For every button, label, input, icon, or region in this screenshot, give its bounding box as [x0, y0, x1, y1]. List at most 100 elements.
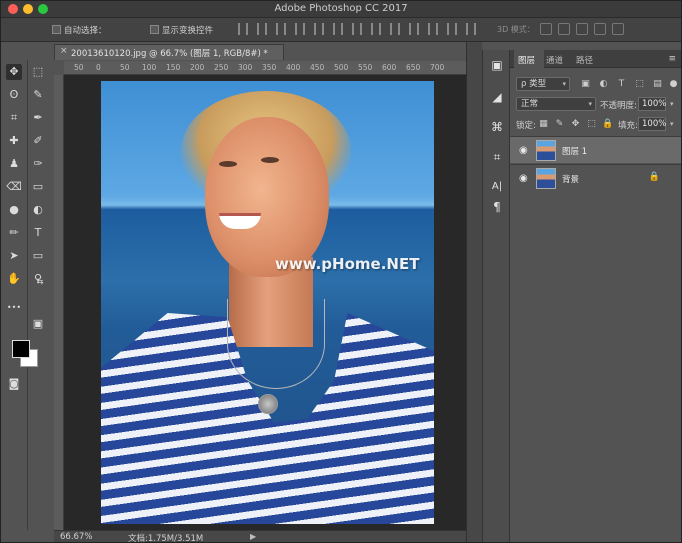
layer-name[interactable]: 背景	[562, 173, 579, 185]
type-filter-icon[interactable]: T	[616, 79, 627, 89]
blend-mode-dropdown[interactable]: 正常 ▾	[516, 97, 596, 111]
align-vcenter-icon[interactable]	[257, 23, 267, 35]
status-menu-arrow-icon[interactable]: ▶	[250, 532, 256, 541]
lock-image-icon[interactable]: ✎	[554, 119, 565, 129]
paragraph-panel-icon[interactable]: ¶	[490, 200, 504, 214]
lock-position-icon[interactable]: ✥	[570, 119, 581, 129]
ruler-label: 700	[430, 63, 445, 72]
visibility-eye-icon[interactable]: ◉	[519, 145, 528, 156]
character-panel-icon[interactable]: A|	[490, 180, 504, 194]
filter-toggle-icon[interactable]: ●	[668, 79, 679, 89]
visibility-eye-icon[interactable]: ◉	[519, 173, 528, 184]
tab-paths[interactable]: 路径	[576, 54, 593, 66]
chevron-down-icon: ▾	[562, 80, 566, 88]
dodge-tool-icon[interactable]: ◐	[30, 202, 46, 218]
move-tool-icon[interactable]: ✥	[6, 64, 22, 80]
ruler-label: 350	[262, 63, 277, 72]
shape-filter-icon[interactable]: ⬚	[634, 79, 645, 89]
lock-transparent-icon[interactable]: ▦	[538, 119, 549, 129]
quick-select-tool-icon[interactable]: ✎	[30, 87, 46, 103]
tab-layers[interactable]: 图层	[518, 54, 535, 66]
eraser-tool-icon[interactable]: ⌫	[6, 179, 22, 195]
type-tool-icon[interactable]: T	[30, 225, 46, 241]
show-transform-checkbox[interactable]	[150, 25, 159, 34]
close-document-icon[interactable]: ×	[60, 46, 68, 56]
document-image[interactable]	[101, 81, 434, 524]
ruler-label: 0	[96, 63, 101, 72]
healing-tool-icon[interactable]: ✚	[6, 133, 22, 149]
chevron-down-icon: ▾	[588, 100, 592, 108]
pixel-filter-icon[interactable]: ▣	[580, 79, 591, 89]
marquee-tool-icon[interactable]: ⬚	[30, 64, 46, 80]
panel-gutter	[466, 42, 482, 543]
distribute-bottom-icon[interactable]	[390, 23, 400, 35]
layer-filter-dropdown[interactable]: ρ 类型 ▾	[516, 77, 570, 91]
distribute-right-icon[interactable]	[447, 23, 457, 35]
shape-tool-icon[interactable]: ▭	[30, 248, 46, 264]
3d-rotate-icon[interactable]	[540, 23, 552, 35]
distribute-top-icon[interactable]	[352, 23, 362, 35]
lock-artboard-icon[interactable]: ⬚	[586, 119, 597, 129]
photo-necklace	[227, 299, 325, 389]
app-title: Adobe Photoshop CC 2017	[274, 3, 408, 14]
ruler-label: 550	[358, 63, 373, 72]
swap-colors-icon[interactable]: ⇆	[32, 274, 48, 290]
align-bottom-icon[interactable]	[276, 23, 286, 35]
align-top-icon[interactable]	[238, 23, 248, 35]
smart-object-filter-icon[interactable]: ▤	[652, 79, 663, 89]
foreground-color-swatch[interactable]	[12, 340, 30, 358]
gradient-tool-icon[interactable]: ▭	[30, 179, 46, 195]
tab-channels[interactable]: 通道	[546, 54, 563, 66]
adjustment-filter-icon[interactable]: ◐	[598, 79, 609, 89]
lock-all-icon[interactable]: 🔒	[602, 119, 613, 129]
layer-name[interactable]: 图层 1	[562, 145, 587, 157]
align-right-icon[interactable]	[333, 23, 343, 35]
distribute-vcenter-icon[interactable]	[371, 23, 381, 35]
photo-pendant	[258, 394, 278, 414]
panel-menu-icon[interactable]: ≡	[668, 54, 676, 64]
chevron-down-icon[interactable]: ▾	[670, 120, 674, 128]
auto-select-checkbox[interactable]	[52, 25, 61, 34]
align-buttons	[238, 23, 476, 37]
quick-mask-icon[interactable]: ◙	[6, 376, 22, 392]
chevron-down-icon[interactable]: ▾	[670, 100, 674, 108]
path-select-tool-icon[interactable]: ➤	[6, 248, 22, 264]
ruler-label: 150	[166, 63, 181, 72]
vertical-ruler	[54, 75, 64, 530]
eyedropper-tool-icon[interactable]: ✒	[30, 110, 46, 126]
distribute-hcenter-icon[interactable]	[428, 23, 438, 35]
lasso-tool-icon[interactable]: ʘ	[6, 87, 22, 103]
opacity-input[interactable]: 100%	[638, 97, 666, 111]
document-tab[interactable]: × 20013610120.jpg @ 66.7% (图层 1, RGB/8#)…	[54, 44, 284, 60]
3d-roll-icon[interactable]	[558, 23, 570, 35]
align-left-icon[interactable]	[295, 23, 305, 35]
hand-tool-icon[interactable]: ✋	[6, 271, 22, 287]
distribute-left-icon[interactable]	[409, 23, 419, 35]
brush-tool-icon[interactable]: ✐	[30, 133, 46, 149]
history-brush-tool-icon[interactable]: ✑	[30, 156, 46, 172]
3d-scale-icon[interactable]	[612, 23, 624, 35]
more-tools-icon[interactable]: •••	[6, 300, 22, 316]
screen-mode-icon[interactable]: ▣	[30, 316, 46, 332]
layer-filter-value: 类型	[529, 79, 547, 89]
document-tab-title: 20013610120.jpg @ 66.7% (图层 1, RGB/8#) *	[71, 49, 268, 59]
3d-drag-icon[interactable]	[576, 23, 588, 35]
zoom-level[interactable]: 66.67%	[60, 532, 92, 542]
history-panel-icon[interactable]: ▣	[490, 58, 504, 72]
align-hcenter-icon[interactable]	[314, 23, 324, 35]
layer-row-background[interactable]: ◉ 背景 🔒	[510, 164, 682, 191]
blend-mode-value: 正常	[521, 99, 539, 109]
pen-tool-icon[interactable]: ✏	[6, 225, 22, 241]
fill-input[interactable]: 100%	[638, 117, 666, 131]
crop-panel-icon[interactable]: ⌗	[490, 150, 504, 164]
transform-panel-icon[interactable]: ⌘	[490, 120, 504, 134]
auto-align-icon[interactable]	[466, 23, 476, 35]
crop-tool-icon[interactable]: ⌗	[6, 110, 22, 126]
adjustments-panel-icon[interactable]: ◢	[490, 90, 504, 104]
blur-tool-icon[interactable]: ●	[6, 202, 22, 218]
stamp-tool-icon[interactable]: ♟	[6, 156, 22, 172]
blend-opacity-row: 正常 ▾ 不透明度: 100% ▾	[510, 94, 682, 114]
tools-panel: ✥ ʘ ⌗ ✚ ♟ ⌫ ● ✏ ➤ ✋ ••• ◙	[0, 60, 38, 530]
layer-row-layer1[interactable]: ◉ 图层 1	[510, 136, 682, 163]
3d-slide-icon[interactable]	[594, 23, 606, 35]
